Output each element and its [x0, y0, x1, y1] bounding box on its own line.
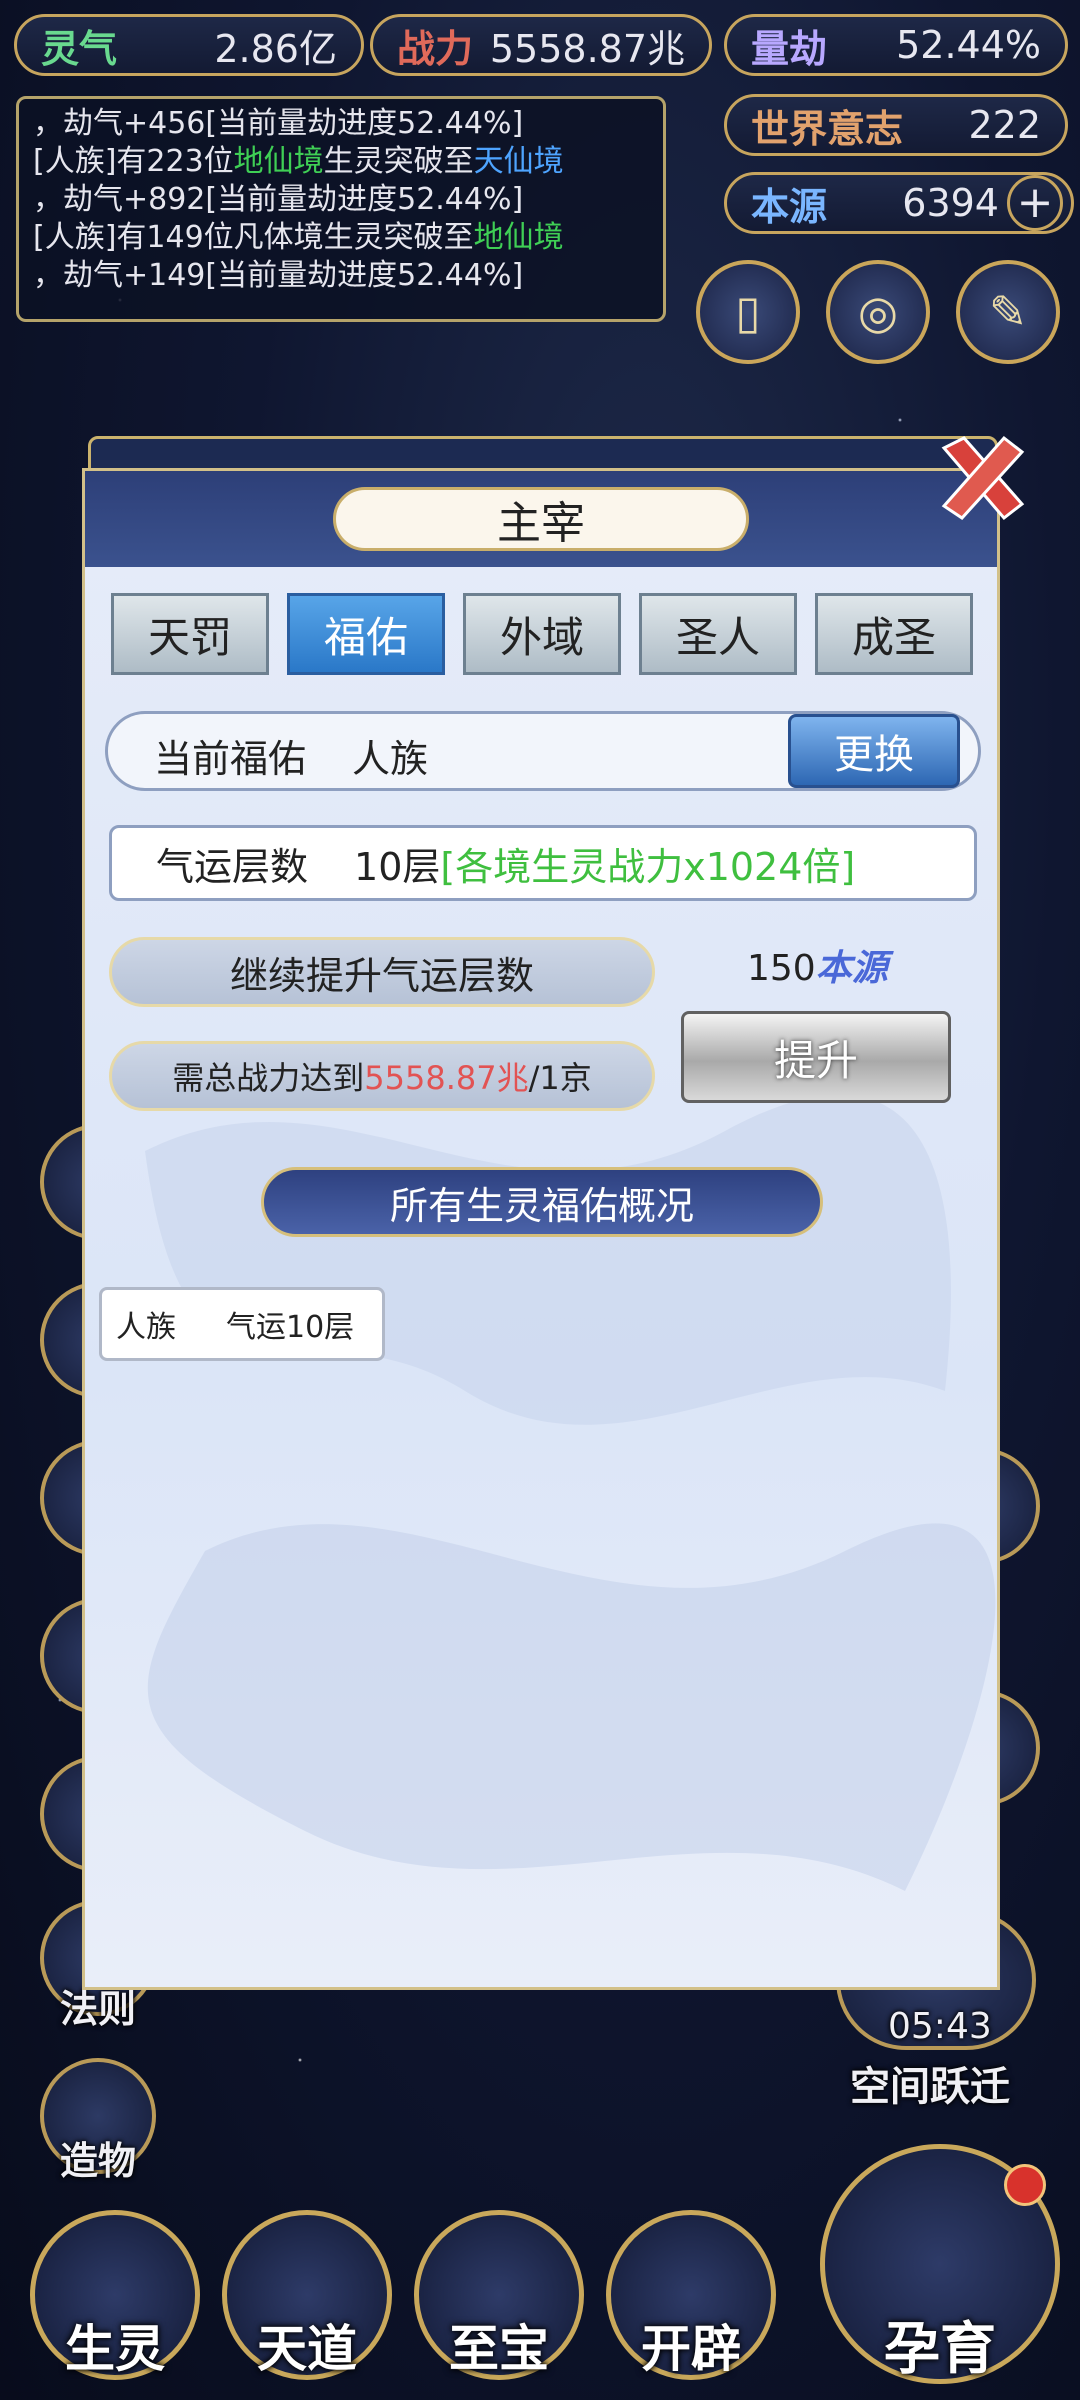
log-line: ，劫气+456[当前量劫进度52.44%]	[33, 106, 524, 141]
zaowu-label: 造物	[60, 2139, 137, 2183]
cost-amount: 150	[747, 948, 816, 989]
entry-luck: 气运10层	[226, 1310, 355, 1345]
log-line: ，劫气+892[当前量劫进度52.44%]	[33, 182, 524, 217]
liangjie-value: 52.44%	[896, 23, 1041, 67]
hud-benyuan[interactable]: 本源 6394 +	[724, 172, 1074, 234]
requirement-pill: 需总战力达到 5558.87兆/1京	[109, 1041, 655, 1111]
hud-zhanli[interactable]: 战力 5558.87兆	[370, 14, 712, 76]
card-icon[interactable]: ▯	[696, 260, 800, 364]
current-blessing-value: 人族	[352, 737, 429, 781]
nav-kaipi[interactable]: 开辟	[606, 2210, 776, 2380]
current-blessing-row: 当前福佑 人族 更换	[105, 711, 981, 791]
liangjie-label: 量劫	[751, 26, 828, 71]
hud-shijie[interactable]: 世界意志 222	[724, 94, 1068, 156]
tab-waiyu[interactable]: 外域	[463, 593, 621, 675]
dominion-modal: 主宰 天罚 福佑 外域 圣人 成圣 当前福佑 人族 更换 气运层数 10层 [各境…	[82, 468, 1000, 1990]
lingqi-value: 2.86亿	[214, 26, 337, 71]
space-jump-time: 05:43	[888, 2006, 992, 2047]
lingqi-label: 灵气	[41, 26, 118, 71]
current-blessing-text: 当前福佑 人族	[154, 728, 428, 783]
log-line: ，劫气+149[当前量劫进度52.44%]	[33, 258, 524, 293]
hud-liangjie[interactable]: 量劫 52.44%	[724, 14, 1068, 76]
requirement-current: 5558.87兆	[364, 1059, 529, 1097]
add-benyuan-icon[interactable]: +	[1007, 175, 1063, 231]
portal-icon[interactable]: ◎	[826, 260, 930, 364]
log-line: [人族]有149位凡体境生灵突破至地仙境	[33, 220, 564, 255]
luck-layers-row: 气运层数 10层 [各境生灵战力x1024倍]	[109, 825, 977, 901]
nav-tiandao[interactable]: 天道	[222, 2210, 392, 2380]
overview-title: 所有生灵福佑概况	[261, 1167, 823, 1237]
benyuan-label: 本源	[751, 184, 828, 229]
benyuan-value: 6394	[902, 181, 999, 225]
entry-race: 人族	[116, 1310, 176, 1345]
tab-shengren[interactable]: 圣人	[639, 593, 797, 675]
close-icon[interactable]	[934, 430, 1030, 526]
zhanli-label: 战力	[397, 26, 474, 71]
notification-dot	[1004, 2164, 1046, 2206]
hud-lingqi[interactable]: 灵气 2.86亿	[14, 14, 364, 76]
space-jump-label: 空间跃迁	[850, 2064, 1010, 2110]
requirement-prefix: 需总战力达到	[172, 1059, 365, 1097]
log-line: [人族]有223位地仙境生灵突破至天仙境	[33, 144, 564, 179]
luck-bonus: [各境生灵战力x1024倍]	[440, 844, 856, 889]
luck-label: 气运层数	[156, 844, 309, 889]
tab-fuyou[interactable]: 福佑	[287, 593, 445, 675]
tab-tianfa[interactable]: 天罚	[111, 593, 269, 675]
change-button[interactable]: 更换	[788, 714, 960, 788]
scroll-icon[interactable]: ✎	[956, 260, 1060, 364]
current-blessing-label: 当前福佑	[154, 737, 307, 781]
shijie-value: 222	[968, 103, 1041, 147]
modal-title: 主宰	[333, 487, 749, 551]
nav-zhibao[interactable]: 至宝	[414, 2210, 584, 2380]
shijie-label: 世界意志	[751, 106, 904, 151]
cost-unit: 本源	[815, 948, 888, 989]
upgrade-button[interactable]: 提升	[681, 1011, 951, 1103]
nav-shengling[interactable]: 生灵	[30, 2210, 200, 2380]
requirement-target: /1京	[528, 1059, 592, 1097]
tab-chengsheng[interactable]: 成圣	[815, 593, 973, 675]
luck-layers: 10层	[354, 844, 441, 889]
continue-upgrade-label: 继续提升气运层数	[109, 937, 655, 1007]
zhanli-value: 5558.87兆	[489, 26, 685, 71]
blessing-entry[interactable]: 人族 气运10层	[99, 1287, 385, 1361]
event-log: ，劫气+456[当前量劫进度52.44%] [人族]有223位地仙境生灵突破至天…	[16, 96, 666, 322]
upgrade-cost: 150本源	[747, 939, 888, 991]
